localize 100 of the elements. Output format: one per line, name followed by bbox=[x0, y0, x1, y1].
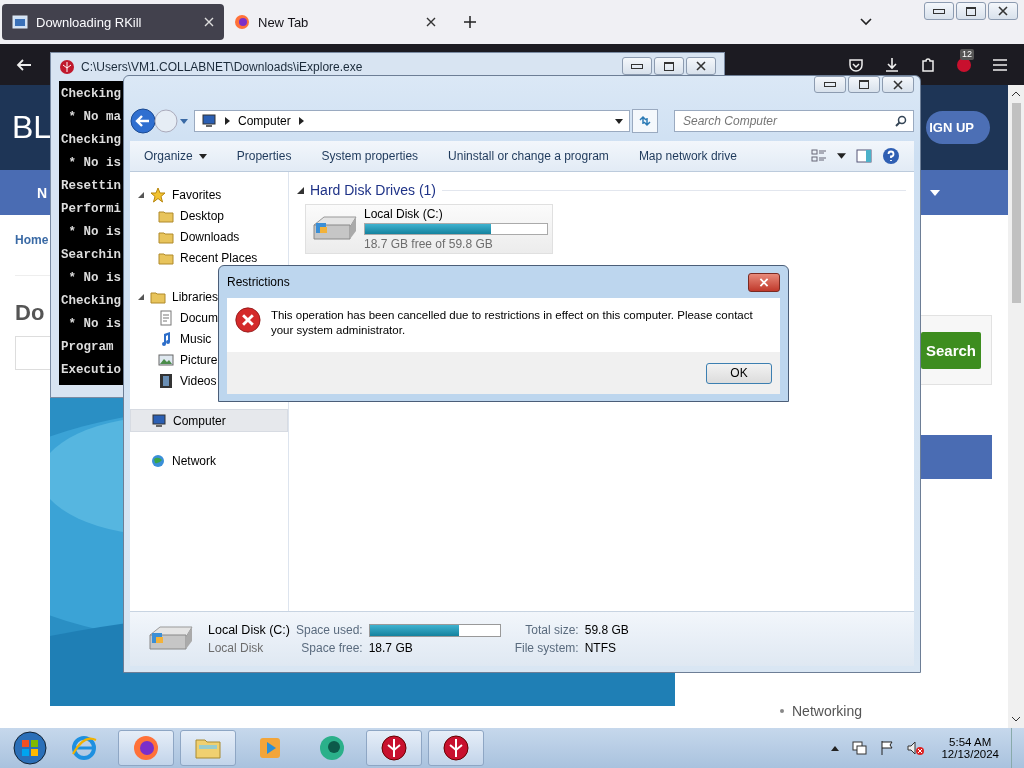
picture-icon bbox=[158, 351, 174, 368]
field-label: File system: bbox=[514, 641, 579, 655]
view-options-icon[interactable] bbox=[811, 148, 827, 164]
shield-icon[interactable] bbox=[366, 730, 422, 766]
globe-icon bbox=[150, 452, 166, 469]
console-line: Executio bbox=[61, 362, 121, 379]
nav-item[interactable]: Favorites bbox=[130, 184, 288, 205]
search-icon bbox=[895, 115, 907, 127]
ok-button[interactable]: OK bbox=[706, 362, 772, 384]
back-arrow-icon[interactable] bbox=[16, 56, 32, 73]
browser-tab[interactable]: Downloading RKill bbox=[2, 4, 224, 40]
dialog-title: Restrictions bbox=[227, 275, 290, 289]
expanded-icon[interactable] bbox=[297, 186, 304, 194]
close-icon bbox=[998, 6, 1008, 16]
chevron-right-icon bbox=[298, 117, 304, 125]
console-line: Checking bbox=[61, 293, 121, 310]
search-button[interactable]: Search bbox=[920, 331, 981, 369]
caret-icon[interactable] bbox=[615, 118, 623, 124]
firefox-icon[interactable] bbox=[118, 730, 174, 766]
address-bar[interactable]: Computer bbox=[194, 110, 630, 132]
caret-up-icon[interactable] bbox=[831, 745, 840, 751]
firefox-icon bbox=[234, 14, 250, 30]
close-button[interactable] bbox=[882, 76, 914, 93]
minimize-button[interactable] bbox=[924, 2, 954, 20]
field-label: Space free: bbox=[300, 641, 363, 655]
maximize-button[interactable] bbox=[654, 57, 684, 75]
search-field[interactable]: Search Computer bbox=[674, 110, 914, 132]
nav-item[interactable]: Desktop bbox=[130, 205, 288, 226]
count-badge: 12 bbox=[960, 48, 974, 60]
browser-tab[interactable]: New Tab bbox=[224, 4, 446, 40]
toolbar-button[interactable]: Map network drive bbox=[632, 149, 743, 163]
scroll-bar[interactable] bbox=[1008, 85, 1024, 728]
refresh-icon bbox=[638, 114, 652, 128]
flag-icon[interactable] bbox=[879, 740, 896, 756]
help-icon[interactable] bbox=[882, 147, 900, 165]
caret-icon[interactable] bbox=[837, 153, 846, 159]
breadcrumb-link[interactable]: Home bbox=[15, 233, 49, 247]
app-icon bbox=[59, 59, 75, 75]
close-button[interactable] bbox=[686, 57, 716, 75]
close-button[interactable] bbox=[748, 272, 780, 292]
close-icon[interactable] bbox=[426, 17, 436, 27]
console-line: * No is bbox=[67, 316, 121, 333]
window-title: C:\Users\VM1.COLLABNET\Downloads\iExplore.exe bbox=[81, 60, 363, 74]
new-tab-icon[interactable] bbox=[464, 16, 476, 28]
network-icon[interactable] bbox=[851, 740, 868, 756]
speaker-muted-icon[interactable] bbox=[907, 740, 926, 756]
minimize-button[interactable] bbox=[622, 57, 652, 75]
category-link[interactable]: Networking bbox=[792, 703, 863, 719]
window-icon bbox=[12, 14, 28, 30]
start-button[interactable] bbox=[12, 730, 48, 766]
expanded-icon[interactable] bbox=[138, 293, 144, 300]
console-line: Performi bbox=[61, 201, 121, 218]
console-line: * No is bbox=[67, 155, 121, 172]
star-icon bbox=[150, 186, 166, 203]
console-line: Resettin bbox=[61, 178, 121, 195]
maximize-button[interactable] bbox=[956, 2, 986, 20]
document-icon bbox=[158, 309, 174, 326]
close-icon bbox=[893, 79, 903, 90]
preview-pane-icon[interactable] bbox=[856, 148, 872, 164]
expanded-icon[interactable] bbox=[138, 191, 144, 198]
nav-item[interactable]: Network bbox=[130, 450, 288, 471]
field-label: Space used: bbox=[295, 623, 363, 637]
console-line: * No is bbox=[67, 224, 121, 241]
toolbar-button[interactable]: Organize bbox=[138, 149, 213, 163]
chevron-down-icon[interactable] bbox=[860, 18, 872, 26]
console-line: Program bbox=[61, 339, 115, 356]
nav-item[interactable]: Recent Places bbox=[130, 247, 288, 268]
shield-icon[interactable] bbox=[428, 730, 484, 766]
field-label: Total size: bbox=[524, 623, 579, 637]
toolbar-button[interactable]: System properties bbox=[315, 149, 425, 163]
pocket-icon[interactable] bbox=[848, 56, 864, 73]
toolbar-button[interactable]: Uninstall or change a program bbox=[442, 149, 615, 163]
clock[interactable]: 5:54 AM 12/13/2024 bbox=[941, 736, 999, 760]
bullet-icon bbox=[780, 709, 784, 713]
field-value: NTFS bbox=[584, 641, 618, 655]
site-logo[interactable]: BL bbox=[12, 109, 52, 146]
maximize-button[interactable] bbox=[848, 76, 880, 93]
field-value: 59.8 GB bbox=[584, 623, 629, 637]
nav-link[interactable]: N bbox=[37, 184, 48, 201]
console-line: Checking bbox=[61, 132, 121, 149]
nav-item[interactable]: Downloads bbox=[130, 226, 288, 247]
error-message: This operation has been cancelled due to restrictions in effect on this computer. Please contact your system administrator. bbox=[270, 308, 754, 338]
toolbar-button[interactable]: Properties bbox=[230, 149, 298, 163]
back-button[interactable] bbox=[130, 108, 156, 134]
close-button[interactable] bbox=[988, 2, 1018, 20]
drive-type: Local Disk bbox=[208, 641, 265, 655]
film-icon bbox=[158, 372, 174, 389]
sign-up-button[interactable]: IGN UP bbox=[926, 111, 990, 144]
minimize-button[interactable] bbox=[814, 76, 846, 93]
field-value: 18.7 GB bbox=[368, 641, 414, 655]
close-icon bbox=[696, 61, 706, 71]
menu-icon[interactable] bbox=[992, 57, 1008, 72]
console-line: * No is bbox=[67, 270, 121, 287]
refresh-button[interactable] bbox=[632, 109, 658, 133]
nav-item[interactable]: Computer bbox=[130, 409, 288, 432]
download-icon[interactable] bbox=[884, 56, 900, 73]
drive-tile[interactable]: Local Disk (C:) 18.7 GB free of 59.8 GB bbox=[305, 204, 553, 254]
chevron-right-icon bbox=[225, 117, 230, 125]
console-line: Searchin bbox=[61, 247, 121, 264]
group-header[interactable]: Hard Disk Drives (1) bbox=[310, 182, 436, 198]
